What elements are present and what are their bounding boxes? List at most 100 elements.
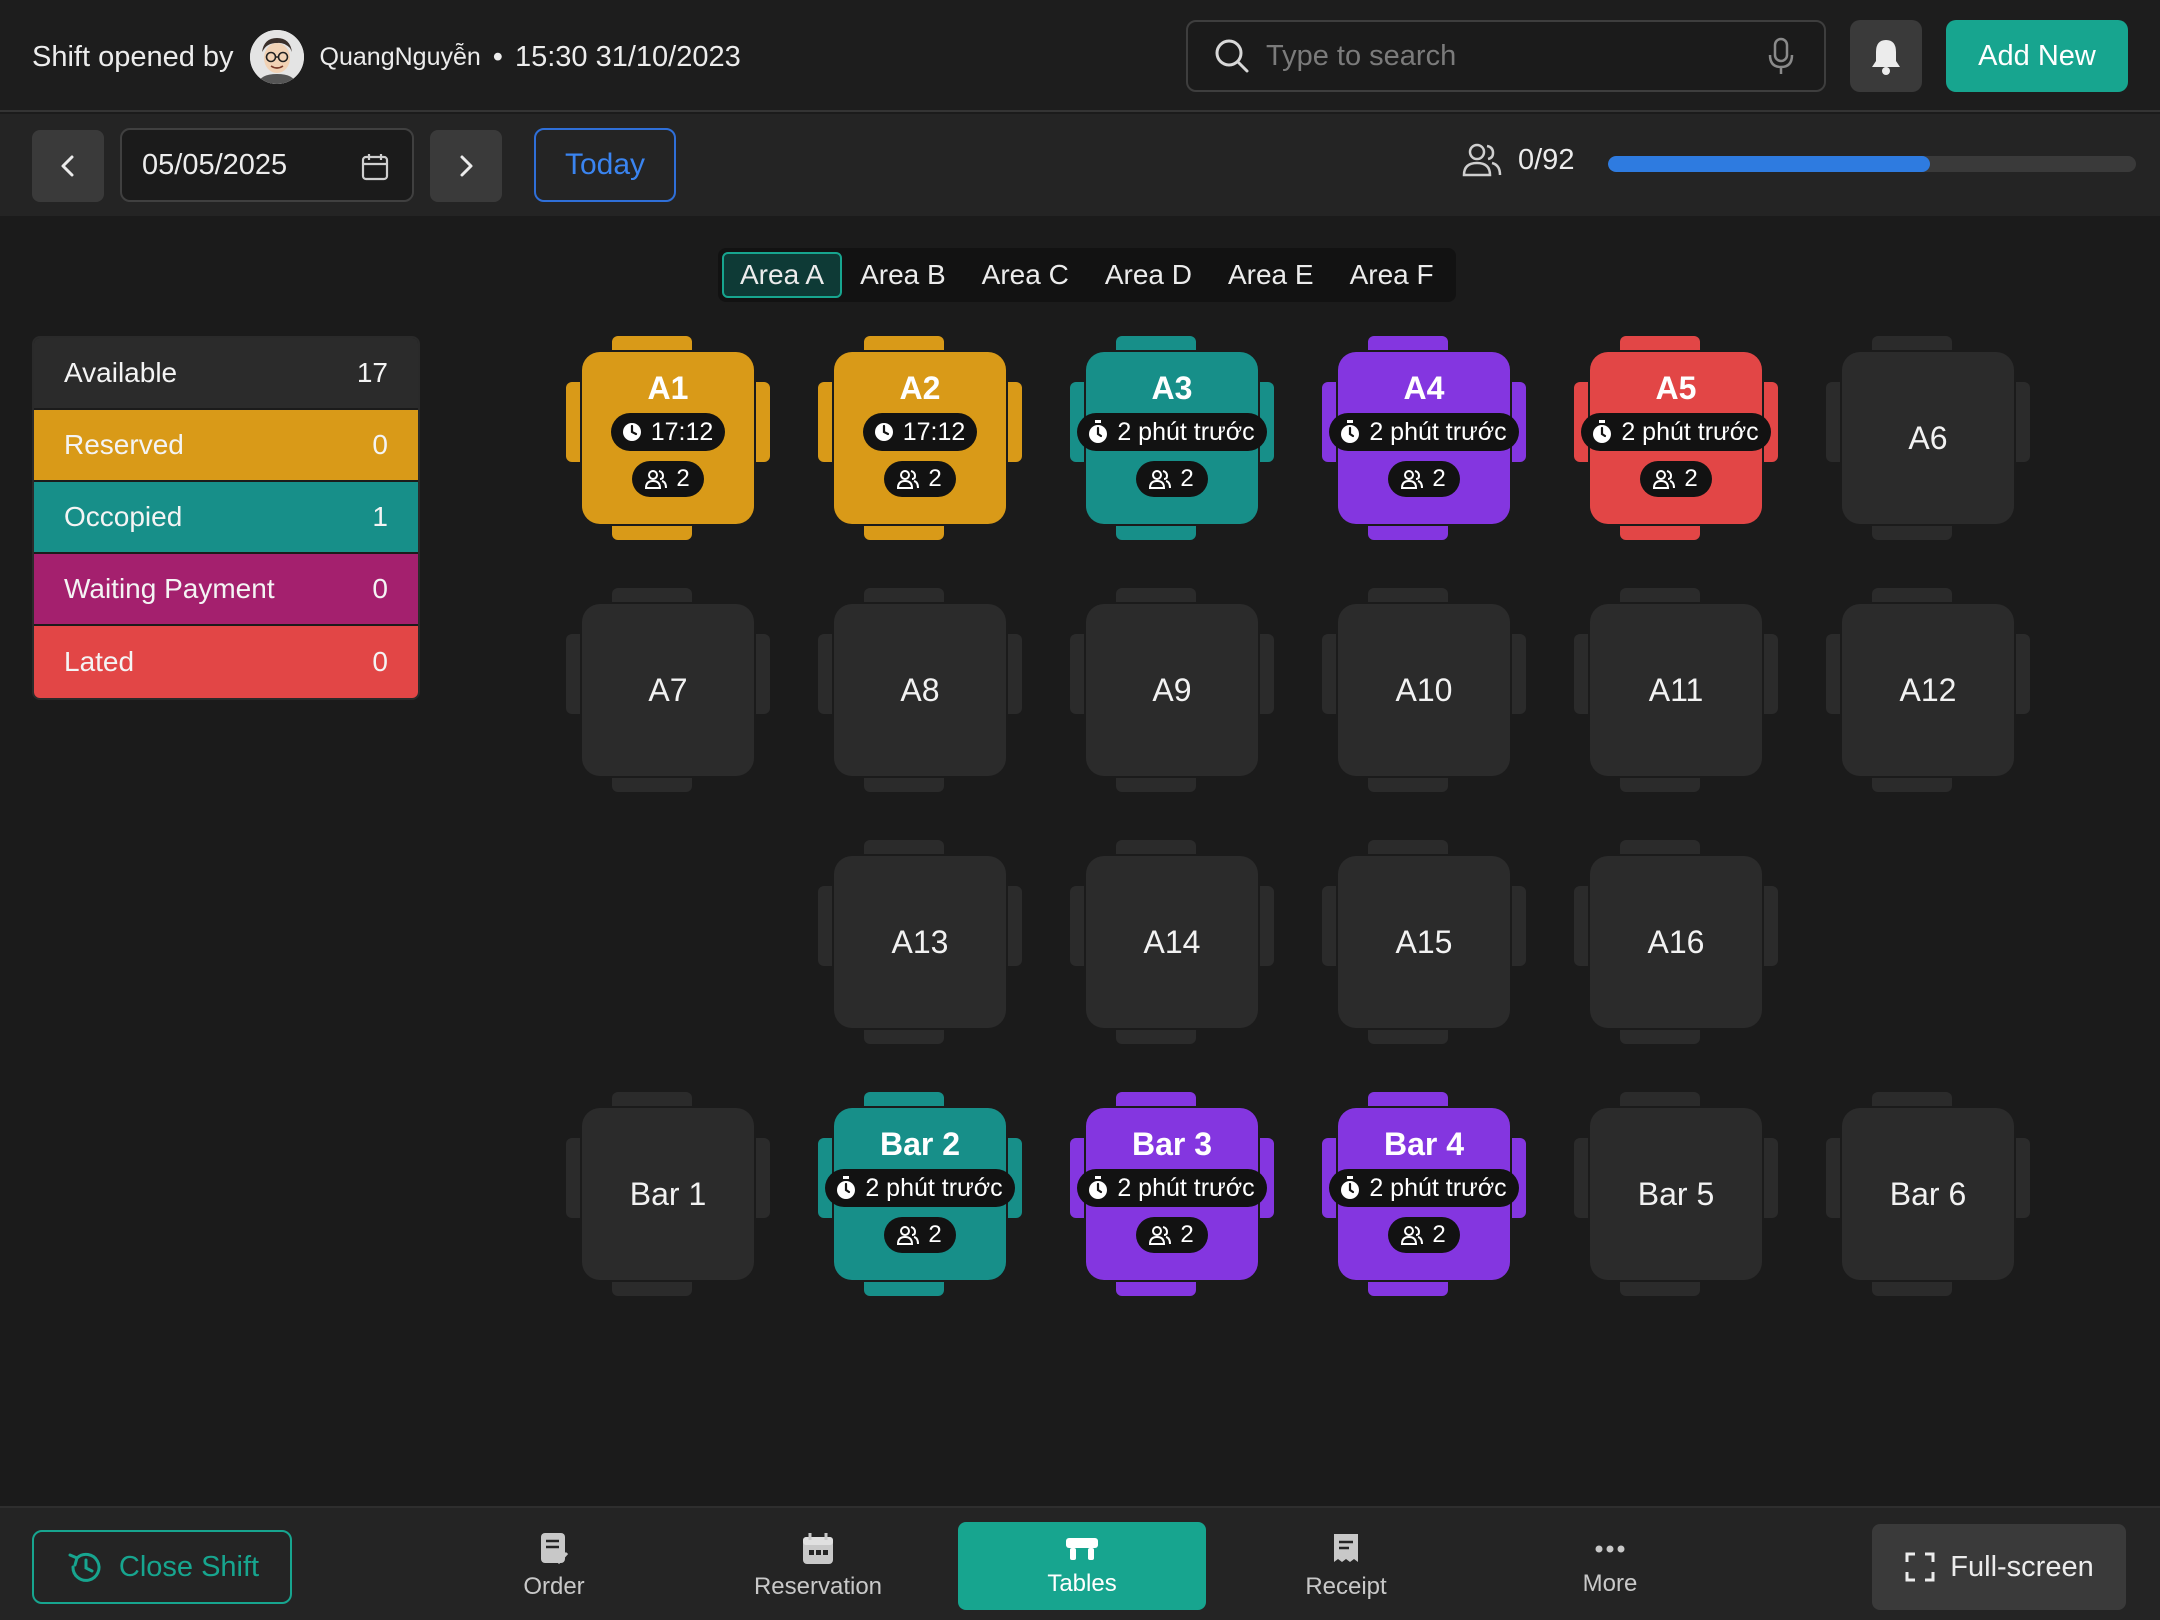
table-guest-badge: 2 — [1640, 461, 1712, 497]
table-bar-5[interactable]: Bar 5 — [1574, 1092, 1778, 1296]
table-guest-count: 2 — [1180, 1221, 1194, 1248]
legend-count: 1 — [372, 501, 388, 532]
table-top: Bar 5 — [1590, 1108, 1762, 1280]
table-a13[interactable]: A13 — [818, 840, 1022, 1044]
table-a11[interactable]: A11 — [1574, 588, 1778, 792]
table-bar-3[interactable]: Bar 3 2 phút trước 2 — [1070, 1092, 1274, 1296]
nav-order[interactable]: Order — [430, 1522, 678, 1610]
legend-label: Waiting Payment — [64, 573, 275, 604]
legend-row[interactable]: Occopied 1 — [34, 482, 418, 554]
table-a14[interactable]: A14 — [1070, 840, 1274, 1044]
chair — [1872, 588, 1952, 602]
chair — [864, 1030, 944, 1044]
bottom-navigation: Close Shift Order Reservation Tables Receip… — [0, 1506, 2160, 1620]
table-name: Bar 4 — [1383, 1126, 1465, 1162]
legend-count: 0 — [372, 646, 388, 677]
order-icon — [541, 1533, 569, 1565]
today-button[interactable]: Today — [534, 128, 676, 202]
tab-area-a[interactable]: Area A — [722, 252, 843, 298]
table-a7[interactable]: A7 — [566, 588, 770, 792]
legend-count: 0 — [372, 573, 388, 604]
table-a10[interactable]: A10 — [1322, 588, 1526, 792]
chair — [1070, 886, 1084, 966]
search-input[interactable] — [1266, 39, 1764, 73]
table-top: Bar 6 — [1842, 1108, 2014, 1280]
search-box[interactable] — [1186, 20, 1826, 92]
table-time: 17:12 — [902, 417, 966, 446]
table-guest-badge: 2 — [1136, 461, 1208, 497]
legend-row[interactable]: Reserved 0 — [34, 410, 418, 482]
fullscreen-button[interactable]: Full-screen — [1872, 1524, 2126, 1610]
chevron-left-icon — [61, 155, 74, 177]
chair — [864, 526, 944, 540]
chair — [864, 1092, 944, 1106]
tab-area-b[interactable]: Area B — [842, 252, 964, 298]
notification-button[interactable] — [1850, 20, 1922, 92]
nav-receipt[interactable]: Receipt — [1222, 1522, 1470, 1610]
add-new-button[interactable]: Add New — [1946, 20, 2128, 92]
microphone-icon[interactable] — [1764, 36, 1798, 76]
chair — [864, 588, 944, 602]
chair — [864, 1282, 944, 1296]
table-top: A14 — [1086, 856, 1258, 1028]
table-top: A3 2 phút trước 2 — [1077, 352, 1267, 524]
legend-row[interactable]: Available 17 — [34, 338, 418, 410]
table-a12[interactable]: A12 — [1826, 588, 2030, 792]
table-time: 2 phút trước — [1369, 417, 1507, 446]
tab-area-e[interactable]: Area E — [1210, 252, 1332, 298]
table-guest-badge: 2 — [884, 1217, 956, 1253]
table-time: 17:12 — [650, 417, 714, 446]
table-top: Bar 2 2 phút trước 2 — [825, 1108, 1015, 1280]
legend-row[interactable]: Lated 0 — [34, 626, 418, 698]
tab-area-c[interactable]: Area C — [964, 252, 1087, 298]
nav-reservation[interactable]: Reservation — [694, 1522, 942, 1610]
table-guest-count: 2 — [1684, 465, 1698, 492]
table-a1[interactable]: A1 17:12 2 — [566, 336, 770, 540]
table-top: A12 — [1842, 604, 2014, 776]
table-time-badge: 2 phút trước — [1077, 413, 1267, 451]
chevron-right-icon — [460, 155, 473, 177]
table-name: A10 — [1395, 671, 1453, 708]
tab-area-d[interactable]: Area D — [1087, 252, 1210, 298]
table-a4[interactable]: A4 2 phút trước 2 — [1322, 336, 1526, 540]
table-bar-4[interactable]: Bar 4 2 phút trước 2 — [1322, 1092, 1526, 1296]
table-a8[interactable]: A8 — [818, 588, 1022, 792]
table-bar-6[interactable]: Bar 6 — [1826, 1092, 2030, 1296]
table-bar-2[interactable]: Bar 2 2 phút trước 2 — [818, 1092, 1022, 1296]
calendar-icon[interactable] — [360, 152, 390, 182]
table-time: 2 phút trước — [1117, 1173, 1255, 1202]
chair — [1620, 1282, 1700, 1296]
legend-row[interactable]: Waiting Payment 0 — [34, 554, 418, 626]
table-bar-1[interactable]: Bar 1 — [566, 1092, 770, 1296]
stopwatch-icon — [1593, 420, 1612, 443]
table-a6[interactable]: A6 — [1826, 336, 2030, 540]
table-a16[interactable]: A16 — [1574, 840, 1778, 1044]
previous-day-button[interactable] — [32, 130, 104, 202]
nav-tables[interactable]: Tables — [958, 1522, 1206, 1610]
chair — [2016, 634, 2030, 714]
date-picker[interactable]: 05/05/2025 — [120, 128, 414, 202]
table-a3[interactable]: A3 2 phút trước 2 — [1070, 336, 1274, 540]
nav-label: Order — [523, 1573, 585, 1600]
chair — [612, 588, 692, 602]
chair — [1116, 778, 1196, 792]
table-a5[interactable]: A5 2 phút trước 2 — [1574, 336, 1778, 540]
chair — [1620, 840, 1700, 854]
chair — [1008, 634, 1022, 714]
next-day-button[interactable] — [430, 130, 502, 202]
chair — [1368, 840, 1448, 854]
table-a9[interactable]: A9 — [1070, 588, 1274, 792]
chair — [1620, 526, 1700, 540]
table-guest-count: 2 — [1180, 465, 1194, 492]
table-a15[interactable]: A15 — [1322, 840, 1526, 1044]
table-top: A10 — [1338, 604, 1510, 776]
close-shift-button[interactable]: Close Shift — [32, 1530, 292, 1604]
table-top: A15 — [1338, 856, 1510, 1028]
table-name: A9 — [1152, 671, 1192, 708]
chair — [818, 634, 832, 714]
nav-more[interactable]: More — [1486, 1522, 1734, 1610]
chair — [818, 382, 832, 462]
tab-area-f[interactable]: Area F — [1332, 252, 1452, 298]
table-a2[interactable]: A2 17:12 2 — [818, 336, 1022, 540]
avatar[interactable] — [249, 30, 304, 84]
